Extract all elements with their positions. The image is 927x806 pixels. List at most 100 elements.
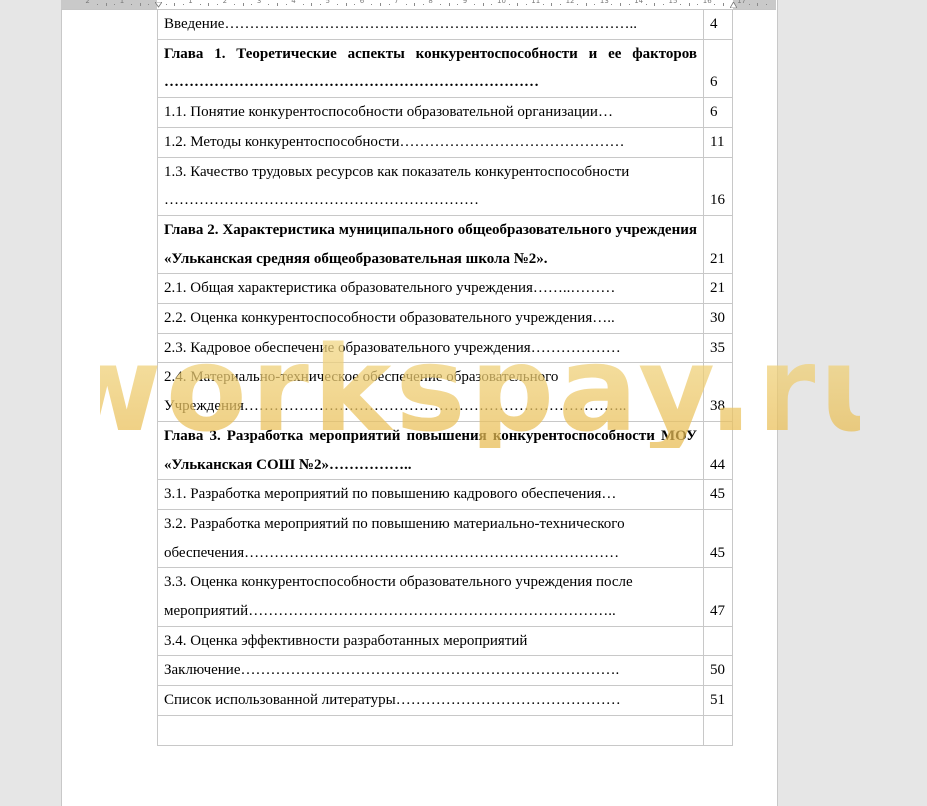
ruler-tick xyxy=(439,4,441,5)
toc-page-number: 11 xyxy=(703,126,733,158)
ruler-tick xyxy=(277,3,279,6)
ruler-tick xyxy=(242,3,244,6)
toc-row: 2.3. Кадровое обеспечение образовательно… xyxy=(157,332,733,364)
toc-page-number: 45 xyxy=(703,479,733,510)
ruler-number: 10 xyxy=(497,0,506,5)
ruler-tick xyxy=(131,4,133,5)
ruler-tick xyxy=(560,4,562,5)
toc-row: 3.3. Оценка конкурентоспособности образо… xyxy=(157,567,733,627)
toc-page-number: 16 xyxy=(703,156,733,216)
ruler-number: 13 xyxy=(599,0,609,5)
toc-page-number: 44 xyxy=(703,420,733,481)
ruler-number: 5 xyxy=(325,0,330,5)
indent-marker-icon[interactable] xyxy=(155,2,162,8)
toc-row: 2.2. Оценка конкурентоспособности образо… xyxy=(157,303,733,334)
toc-entry-text[interactable]: Глава 2. Характеристика муниципального о… xyxy=(157,214,704,275)
ruler-tick xyxy=(251,4,253,5)
ruler-tick xyxy=(234,4,236,5)
toc-row: 2.1. Общая характеристика образовательно… xyxy=(157,273,733,305)
toc-entry-text[interactable]: Список использованной литературы……………………… xyxy=(157,685,704,716)
toc-page-number xyxy=(703,714,733,746)
ruler-number: 4 xyxy=(291,0,296,5)
toc-entry-text[interactable]: 2.4. Материально-техническое обеспечение… xyxy=(157,362,704,422)
toc-page-number xyxy=(703,625,733,657)
ruler-tick xyxy=(757,3,759,6)
ruler-number: 2 xyxy=(222,0,228,5)
ruler-number: 15 xyxy=(668,0,678,5)
ruler-tick xyxy=(620,3,622,6)
ruler-number: 9 xyxy=(462,0,468,5)
toc-entry-text[interactable]: 1.3. Качество трудовых ресурсов как пока… xyxy=(157,156,704,216)
toc-row: Глава 3. Разработка мероприятий повышени… xyxy=(157,420,733,481)
ruler-tick xyxy=(688,3,690,6)
toc-entry-text[interactable]: 2.1. Общая характеристика образовательно… xyxy=(157,273,704,305)
toc-row: 3.1. Разработка мероприятий по повышению… xyxy=(157,479,733,510)
ruler-margin-left xyxy=(61,0,157,9)
ruler-tick xyxy=(165,4,167,5)
ruler-tick xyxy=(654,3,656,6)
toc-row: 3.4. Оценка эффективности разработанных … xyxy=(157,625,733,657)
toc-entry-text[interactable]: 3.1. Разработка мероприятий по повышению… xyxy=(157,479,704,510)
ruler-tick xyxy=(722,3,724,6)
ruler-tick xyxy=(697,4,699,5)
ruler-tick xyxy=(337,4,339,5)
ruler-tick xyxy=(680,4,682,5)
toc-entry-text[interactable]: Заключение…………………………………………………………………. xyxy=(157,655,704,687)
ruler-tick xyxy=(379,3,381,6)
toc-row: Глава 1. Теоретические аспекты конкурент… xyxy=(157,38,733,99)
ruler-number: 2 xyxy=(85,0,90,5)
ruler-tick xyxy=(148,4,150,5)
ruler-number: 1 xyxy=(188,0,193,5)
toc-entry-text[interactable]: 3.2. Разработка мероприятий по повышению… xyxy=(157,508,704,569)
ruler-tick xyxy=(354,4,356,5)
ruler-number: 11 xyxy=(531,0,541,5)
toc-entry-text[interactable]: 1.1. Понятие конкурентоспособности образ… xyxy=(157,97,704,128)
toc-entry-text[interactable]: 3.4. Оценка эффективности разработанных … xyxy=(157,625,704,657)
toc-entry-text[interactable]: 3.3. Оценка конкурентоспособности образо… xyxy=(157,567,704,627)
ruler-tick xyxy=(577,4,579,5)
toc-entry-text[interactable]: 2.3. Кадровое обеспечение образовательно… xyxy=(157,332,704,364)
ruler-tick xyxy=(628,4,630,5)
ruler-number: 7 xyxy=(394,0,399,5)
toc-entry-text[interactable]: Введение……………………………………………………………………….. xyxy=(157,9,704,40)
toc-row: Заключение…………………………………………………………………. 50 xyxy=(157,655,733,687)
toc-entry-text[interactable]: Глава 3. Разработка мероприятий повышени… xyxy=(157,420,704,481)
ruler-tick xyxy=(199,4,201,5)
ruler-tick xyxy=(508,4,510,5)
toc-row: 1.1. Понятие конкурентоспособности образ… xyxy=(157,97,733,128)
toc-page-number: 47 xyxy=(703,567,733,627)
toc-page-number: 6 xyxy=(703,38,733,99)
ruler-tick xyxy=(482,3,484,6)
toc-page-number: 45 xyxy=(703,508,733,569)
ruler-tick xyxy=(748,4,750,5)
ruler-tick xyxy=(182,4,184,5)
ruler-tick xyxy=(525,4,527,5)
ruler-number: 8 xyxy=(428,0,433,5)
toc-page-number: 4 xyxy=(703,9,733,40)
ruler-tick xyxy=(611,4,613,5)
toc-row: 1.3. Качество трудовых ресурсов как пока… xyxy=(157,156,733,216)
toc-page-number: 21 xyxy=(703,214,733,275)
ruler-tick xyxy=(542,4,544,5)
ruler-tick xyxy=(474,4,476,5)
ruler-tick xyxy=(662,4,664,5)
toc-entry-text[interactable]: Глава 1. Теоретические аспекты конкурент… xyxy=(157,38,704,99)
ruler-tick xyxy=(422,4,424,5)
toc-entry-text[interactable] xyxy=(157,714,704,746)
ruler-tick xyxy=(174,3,176,6)
toc-entry-text[interactable]: 1.2. Методы конкурентоспособности…………………… xyxy=(157,126,704,158)
ruler-number: 1 xyxy=(119,0,125,5)
ruler-tick xyxy=(491,4,493,5)
toc-page-number: 21 xyxy=(703,273,733,305)
toc-page-number: 50 xyxy=(703,655,733,687)
ruler-tick xyxy=(371,4,373,5)
toc-entry-text[interactable]: 2.2. Оценка конкурентоспособности образо… xyxy=(157,303,704,334)
ruler-number: 3 xyxy=(256,0,262,5)
table-of-contents: Введение……………………………………………………………………….. 4 Гл… xyxy=(157,9,733,746)
toc-page-number: 51 xyxy=(703,685,733,716)
ruler-tick xyxy=(217,4,219,5)
ruler-tick xyxy=(388,4,390,5)
toc-row: Введение……………………………………………………………………….. 4 xyxy=(157,9,733,40)
ruler-tick xyxy=(114,4,116,5)
right-indent-marker-icon[interactable] xyxy=(730,2,737,8)
